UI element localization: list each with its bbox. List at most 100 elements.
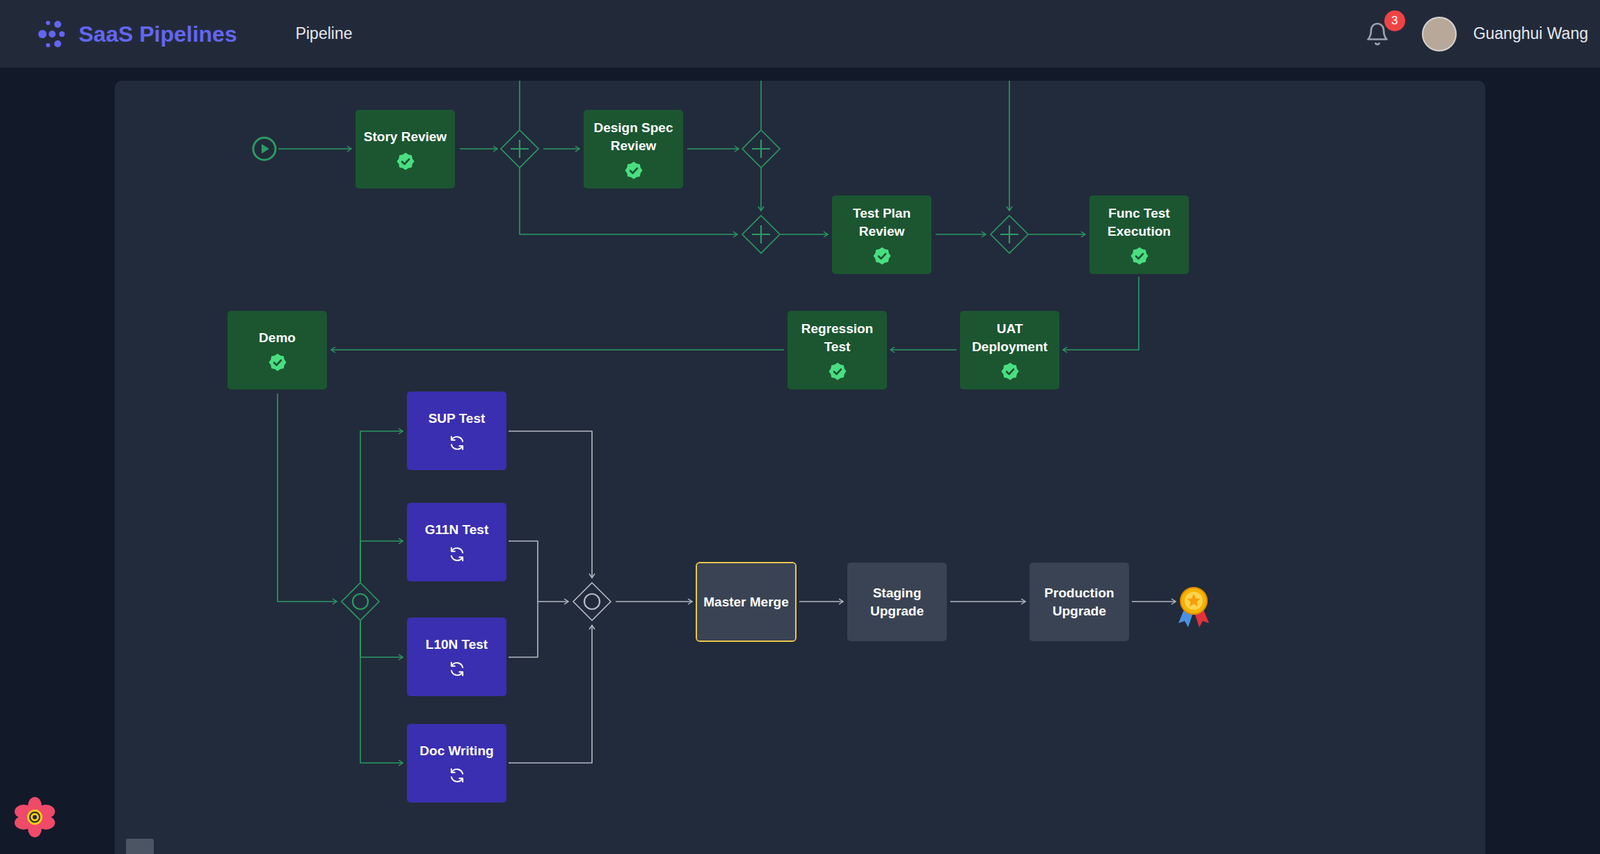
pipeline-node[interactable]: Staging Upgrade [846,562,948,643]
gateway-icon[interactable] [571,581,613,622]
edge [780,233,828,236]
notifications-button[interactable]: 3 [1362,17,1393,51]
edge [360,431,403,583]
check-badge-icon [624,161,643,180]
plus-icon [752,139,771,158]
check-badge-icon [1130,246,1149,266]
pipeline-node[interactable]: Doc Writing [406,723,508,804]
circle-icon [352,594,368,610]
plus-icon [510,139,529,158]
pipeline-node[interactable]: Master Merge [695,562,797,643]
edge [360,541,403,583]
edge [331,349,784,351]
node-label: Production Upgrade [1032,584,1127,620]
main-nav: Pipeline [295,21,353,46]
edge [508,431,592,579]
pipeline-node[interactable]: L10N Test [406,617,508,698]
zoom-control[interactable] [125,838,154,854]
circle-icon [584,594,600,610]
plus-icon [1000,225,1019,244]
pipeline-node[interactable]: Story Review [354,109,456,190]
user-name[interactable]: Guanghui Wang [1473,21,1589,46]
edge [518,80,521,130]
logo-icon [35,17,69,51]
pipeline-node[interactable]: G11N Test [406,502,508,583]
node-body: Staging Upgrade [847,562,947,642]
flower-icon [13,796,56,839]
node-label: UAT Deployment [964,320,1056,356]
edge [459,148,498,150]
pipeline-node[interactable]: Design Spec Review [582,109,684,190]
gateway-icon[interactable] [740,214,782,255]
pipeline-node[interactable]: Demo [226,310,328,391]
refresh-icon [448,545,467,564]
node-label: Demo [258,329,296,348]
edge [799,601,844,603]
node-label: Staging Upgrade [850,584,944,620]
refresh-icon [448,434,467,453]
pipeline-node[interactable]: SUP Test [406,390,508,471]
plus-icon [752,225,771,244]
check-badge-icon [828,362,847,381]
medal-icon [1175,585,1212,629]
node-body: L10N Test [406,617,507,697]
node-label: SUP Test [428,409,486,428]
pipeline-canvas [114,80,1486,854]
edge [360,621,403,658]
node-body: Test Plan Review [832,195,932,275]
node-body: Master Merge [697,563,796,641]
pipeline-node[interactable]: UAT Deployment [959,310,1061,391]
edges-layer [0,0,1600,854]
node-body: G11N Test [406,502,507,582]
edge [508,541,569,602]
top-bar: SaaS Pipelines Pipeline 3 Guanghui Wang [0,0,1600,69]
pipeline-diagram: Story Review Design Spec Review Test Plan … [0,0,1600,854]
node-body: Production Upgrade [1029,562,1130,642]
edge [1008,80,1011,211]
node-label: Test Plan Review [836,204,928,240]
avatar[interactable] [1421,16,1457,52]
gateway-icon[interactable] [989,214,1030,255]
node-label: Story Review [363,128,447,147]
devtools-button[interactable] [13,796,56,839]
pipeline-node[interactable]: Func Test Execution [1088,194,1190,275]
refresh-icon [448,660,467,679]
node-body: Story Review [355,109,455,189]
node-body: Func Test Execution [1089,195,1189,275]
edge [760,168,762,211]
check-badge-icon [1001,362,1020,381]
node-label: L10N Test [425,635,488,654]
node-body: Doc Writing [406,724,507,803]
edge [277,393,337,602]
edge [508,601,538,658]
check-badge-icon [396,152,415,171]
pipeline-node[interactable]: Production Upgrade [1028,562,1130,643]
node-label: Doc Writing [419,742,494,761]
edge [508,625,592,764]
brand-name: SaaS Pipelines [78,17,238,51]
edge [360,621,403,764]
edge [687,148,739,150]
pipeline-node[interactable]: Regression Test [786,310,888,391]
start-event-icon[interactable] [250,134,279,163]
node-label: Func Test Execution [1093,204,1185,240]
edge [543,148,580,150]
edge [890,349,957,351]
edge [950,601,1026,603]
node-body: Design Spec Review [583,109,684,189]
node-label: Regression Test [791,320,883,356]
gateway-icon[interactable] [499,128,540,170]
edge [278,148,352,150]
gateway-icon[interactable] [740,128,782,170]
content [0,68,1600,854]
node-label: Design Spec Review [587,118,679,155]
nav-link[interactable]: Pipeline [295,21,353,46]
edge [1062,276,1139,350]
edge [760,80,762,130]
brand[interactable]: SaaS Pipelines [35,17,238,51]
node-body: Regression Test [787,310,887,390]
pipeline-node[interactable]: Test Plan Review [831,194,933,275]
node-body: UAT Deployment [960,310,1060,390]
check-badge-icon [268,353,287,372]
gateway-icon[interactable] [340,581,381,622]
